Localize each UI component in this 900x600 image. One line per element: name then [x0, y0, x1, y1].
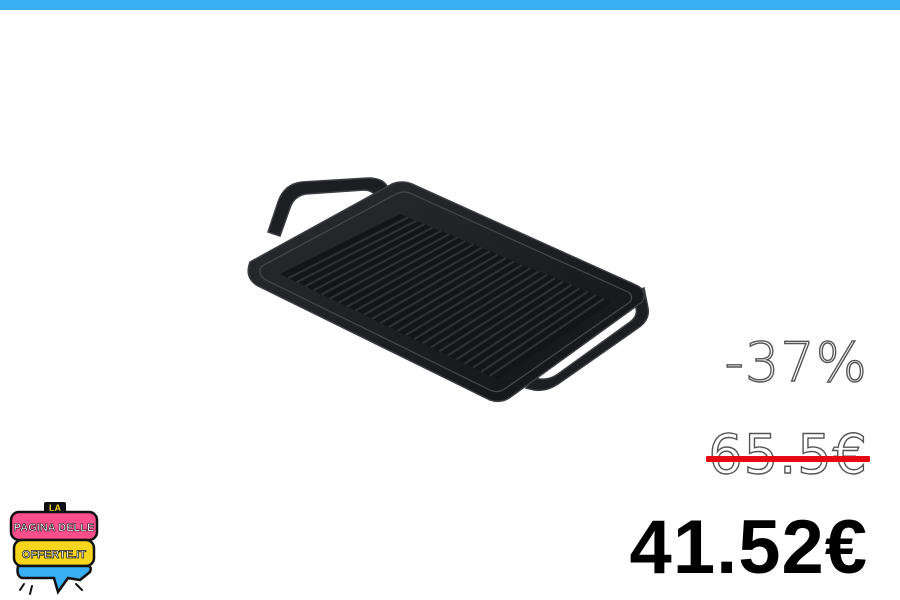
current-price: 41.52€: [629, 505, 868, 590]
top-accent-bar: [0, 0, 900, 10]
old-price-container: 65.5€: [706, 423, 870, 486]
la-pagina-delle-offerte-logo: LA PAGINA DELLE OFFERTE.IT: [9, 502, 99, 595]
strikethrough-line: [706, 456, 870, 462]
svg-text:OFFERTE.IT: OFFERTE.IT: [22, 549, 86, 561]
svg-text:PAGINA DELLE: PAGINA DELLE: [14, 522, 95, 534]
discount-percentage: -37%: [724, 331, 868, 394]
old-price: 65.5€: [708, 423, 868, 486]
grill-pan-image: [247, 177, 650, 403]
